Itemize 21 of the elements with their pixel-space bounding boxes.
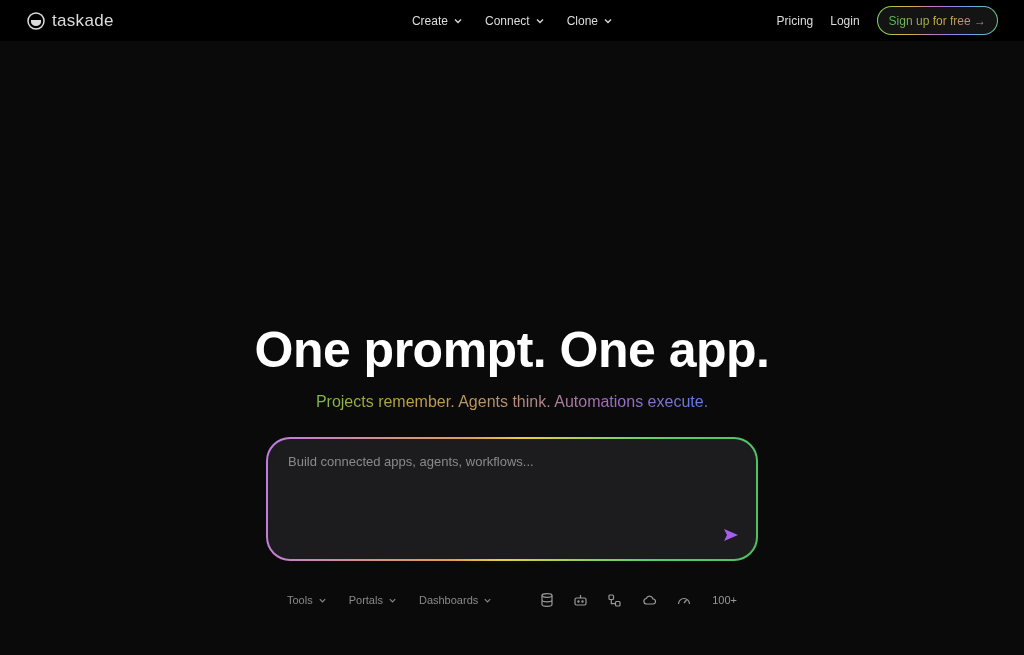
nav-menu[interactable]: Connect <box>485 13 545 28</box>
brand-name[interactable]: taskade <box>52 10 114 31</box>
logo-icon <box>27 11 45 30</box>
nav-menu[interactable]: Clone <box>566 13 614 28</box>
hero-subtitle: Projects remember. Agents think. Automations execute. <box>315 393 709 411</box>
tool-menu[interactable]: Tools <box>287 594 327 606</box>
hero-title: One prompt. One app. <box>254 321 770 379</box>
prompt-field[interactable]: Build connected apps, agents, workflows... <box>266 437 758 561</box>
tool-menu[interactable]: Portals <box>348 594 397 606</box>
tool-menu[interactable]: Dashboards <box>418 594 493 606</box>
robot-icon[interactable] <box>574 594 588 606</box>
send-icon[interactable] <box>723 528 739 542</box>
nav-menu[interactable]: Create <box>411 13 463 28</box>
more-count[interactable]: 100+ <box>712 594 737 606</box>
cloud-icon[interactable] <box>642 595 657 605</box>
nav-link[interactable]: Login <box>830 13 860 28</box>
gauge-icon[interactable] <box>677 595 692 605</box>
workflow-icon[interactable] <box>608 593 622 607</box>
database-icon[interactable] <box>541 593 554 607</box>
signup-button[interactable]: Sign up for free → <box>876 6 998 35</box>
nav-link[interactable]: Pricing <box>776 13 814 28</box>
